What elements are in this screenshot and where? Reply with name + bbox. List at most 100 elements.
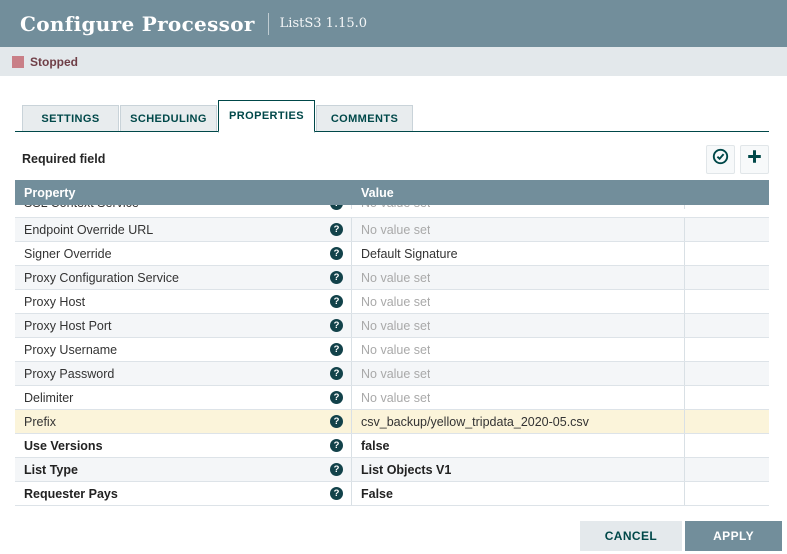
property-cell: Prefix ? (15, 410, 352, 433)
required-field-label: Required field (22, 152, 105, 166)
help-icon[interactable]: ? (330, 391, 343, 404)
title-divider (268, 13, 269, 35)
property-cell: Proxy Password ? (15, 362, 352, 385)
help-icon[interactable]: ? (330, 415, 343, 428)
value-cell[interactable]: csv_backup/yellow_tripdata_2020-05.csv (352, 410, 685, 433)
property-cell: Use Versions ? (15, 434, 352, 457)
property-cell: SSL Context Service ? (15, 205, 352, 209)
table-row[interactable]: Proxy Password ? No value set (15, 362, 769, 386)
property-value: No value set (361, 205, 430, 210)
help-icon[interactable]: ? (330, 205, 343, 210)
table-row[interactable]: List Type ? List Objects V1 (15, 458, 769, 482)
toolbar-buttons (706, 145, 769, 174)
row-actions-cell (685, 338, 769, 361)
value-cell[interactable]: False (352, 482, 685, 505)
help-icon[interactable]: ? (330, 247, 343, 260)
help-icon[interactable]: ? (330, 271, 343, 284)
property-value: false (361, 439, 390, 453)
help-icon[interactable]: ? (330, 487, 343, 500)
property-cell: Signer Override ? (15, 242, 352, 265)
help-icon[interactable]: ? (330, 223, 343, 236)
column-header-property: Property (15, 186, 352, 200)
property-cell: Requester Pays ? (15, 482, 352, 505)
plus-icon (747, 149, 762, 169)
property-cell: Proxy Configuration Service ? (15, 266, 352, 289)
apply-button[interactable]: APPLY (685, 521, 782, 551)
help-icon[interactable]: ? (330, 463, 343, 476)
property-value: No value set (361, 343, 430, 357)
status-label: Stopped (30, 55, 78, 69)
property-name: Proxy Host Port (24, 319, 112, 333)
tab-bar: SETTINGS SCHEDULING PROPERTIES COMMENTS (15, 99, 769, 132)
value-cell[interactable]: No value set (352, 290, 685, 313)
value-cell[interactable]: false (352, 434, 685, 457)
row-actions-cell (685, 290, 769, 313)
property-cell: Proxy Username ? (15, 338, 352, 361)
value-cell[interactable]: No value set (352, 386, 685, 409)
property-cell: Endpoint Override URL ? (15, 218, 352, 241)
table-row[interactable]: Signer Override ? Default Signature (15, 242, 769, 266)
table-row[interactable]: Endpoint Override URL ? No value set (15, 218, 769, 242)
table-row[interactable]: Use Versions ? false (15, 434, 769, 458)
table-row[interactable]: Proxy Configuration Service ? No value s… (15, 266, 769, 290)
value-cell[interactable]: No value set (352, 205, 685, 209)
property-value: No value set (361, 319, 430, 333)
property-cell: Proxy Host ? (15, 290, 352, 313)
row-actions-cell (685, 410, 769, 433)
verify-properties-button[interactable] (706, 145, 735, 174)
help-icon[interactable]: ? (330, 367, 343, 380)
table-row[interactable]: Proxy Host Port ? No value set (15, 314, 769, 338)
property-name: Endpoint Override URL (24, 223, 153, 237)
add-property-button[interactable] (740, 145, 769, 174)
property-name: Proxy Configuration Service (24, 271, 179, 285)
dialog-title: Configure Processor (20, 12, 255, 36)
processor-version-label: ListS3 1.15.0 (280, 16, 367, 31)
row-actions-cell (685, 386, 769, 409)
property-value: No value set (361, 391, 430, 405)
property-name: Proxy Host (24, 295, 85, 309)
row-actions-cell (685, 458, 769, 481)
table-row[interactable]: Delimiter ? No value set (15, 386, 769, 410)
property-name: Prefix (24, 415, 56, 429)
value-cell[interactable]: No value set (352, 218, 685, 241)
table-row[interactable]: Requester Pays ? False (15, 482, 769, 506)
value-cell[interactable]: List Objects V1 (352, 458, 685, 481)
value-cell[interactable]: No value set (352, 362, 685, 385)
property-value: csv_backup/yellow_tripdata_2020-05.csv (361, 415, 589, 429)
dialog-footer: CANCEL APPLY (580, 521, 782, 551)
table-row[interactable]: Proxy Username ? No value set (15, 338, 769, 362)
tab-settings[interactable]: SETTINGS (22, 105, 119, 131)
property-value: No value set (361, 367, 430, 381)
properties-toolbar: Required field (22, 144, 769, 174)
property-name: Use Versions (24, 439, 103, 453)
check-circle-icon (712, 148, 729, 170)
configure-processor-dialog: Configure Processor ListS3 1.15.0 Stoppe… (0, 0, 787, 554)
table-row[interactable]: Prefix ? csv_backup/yellow_tripdata_2020… (15, 410, 769, 434)
property-cell: Proxy Host Port ? (15, 314, 352, 337)
property-name: Proxy Username (24, 343, 117, 357)
help-icon[interactable]: ? (330, 343, 343, 356)
table-row[interactable]: SSL Context Service ? No value set (15, 205, 769, 218)
property-value: List Objects V1 (361, 463, 451, 477)
column-header-value: Value (352, 186, 685, 200)
row-actions-cell (685, 362, 769, 385)
tab-comments[interactable]: COMMENTS (316, 105, 413, 131)
row-actions-cell (685, 434, 769, 457)
value-cell[interactable]: No value set (352, 338, 685, 361)
row-actions-cell (685, 314, 769, 337)
help-icon[interactable]: ? (330, 319, 343, 332)
value-cell[interactable]: Default Signature (352, 242, 685, 265)
value-cell[interactable]: No value set (352, 314, 685, 337)
value-cell[interactable]: No value set (352, 266, 685, 289)
property-value: False (361, 487, 393, 501)
table-row[interactable]: Proxy Host ? No value set (15, 290, 769, 314)
help-icon[interactable]: ? (330, 295, 343, 308)
row-actions-cell (685, 266, 769, 289)
help-icon[interactable]: ? (330, 439, 343, 452)
tab-scheduling[interactable]: SCHEDULING (120, 105, 217, 131)
property-cell: Delimiter ? (15, 386, 352, 409)
tab-properties[interactable]: PROPERTIES (218, 100, 315, 133)
cancel-button[interactable]: CANCEL (580, 521, 682, 551)
property-value: Default Signature (361, 247, 458, 261)
property-name: Signer Override (24, 247, 112, 261)
